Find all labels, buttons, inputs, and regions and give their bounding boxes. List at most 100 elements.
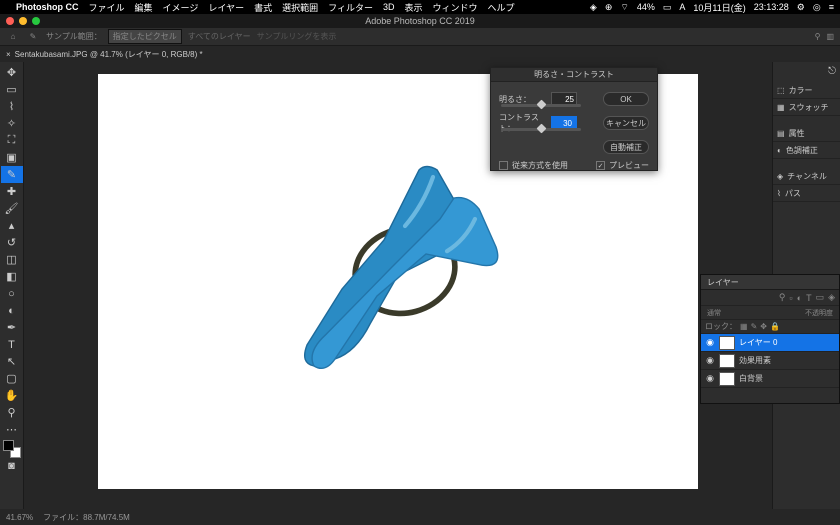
history-brush-tool[interactable]: ↺ (1, 234, 23, 251)
menu-edit[interactable]: 編集 (135, 1, 153, 14)
prop-panel-tab[interactable]: ▤属性 (773, 126, 840, 142)
menu-select[interactable]: 選択範囲 (282, 1, 318, 14)
lasso-tool[interactable]: ⌇ (1, 98, 23, 115)
filter-img-icon[interactable]: ▫ (789, 293, 792, 303)
edit-toolbar[interactable]: ⋯ (1, 421, 23, 438)
eraser-tool[interactable]: ◫ (1, 251, 23, 268)
adjust-panel-tab[interactable]: ◐色調補正 (773, 143, 840, 159)
ok-button[interactable]: OK (603, 92, 649, 106)
cancel-button[interactable]: キャンセル (603, 116, 649, 130)
clothespin-image (258, 142, 538, 422)
zoom-level[interactable]: 41.67% (6, 513, 33, 522)
menu-type[interactable]: 書式 (254, 1, 272, 14)
channel-panel-tab[interactable]: ◈チャンネル (773, 169, 840, 185)
dodge-tool[interactable]: ◐ (1, 302, 23, 319)
lock-brush-icon[interactable]: ✎ (751, 322, 758, 331)
filter-icon[interactable]: ⚲ (779, 292, 786, 303)
lock-pixel-icon[interactable]: ▦ (740, 322, 748, 331)
heal-tool[interactable]: ✚ (1, 183, 23, 200)
menu-window[interactable]: ウィンドウ (432, 1, 477, 14)
maximize-window[interactable] (32, 17, 40, 25)
layers-panel: レイヤー ⚲ ▫ ◐ T ▭ ◈ 通常不透明度 ロック：▦✎✥🔒 ◉ レイヤー … (700, 274, 840, 404)
contrast-slider[interactable] (501, 128, 581, 131)
zoom-tool[interactable]: ⚲ (1, 404, 23, 421)
path-tool[interactable]: ↖ (1, 353, 23, 370)
search-icon[interactable]: ⚲ (815, 32, 821, 41)
menu-file[interactable]: ファイル (89, 1, 125, 14)
sample-ring[interactable]: サンプルリングを表示 (257, 31, 337, 42)
wand-tool[interactable]: ✧ (1, 115, 23, 132)
document-tab[interactable]: Sentakubasami.JPG @ 41.7% (レイヤー 0, RGB/8… (11, 49, 207, 60)
blur-tool[interactable]: ○ (1, 285, 23, 302)
file-info[interactable]: ファイル：88.7M/74.5M (43, 512, 130, 523)
menu-view[interactable]: 表示 (404, 1, 422, 14)
tool-preset-icon[interactable]: ✎ (26, 30, 40, 44)
color-panel-tab[interactable]: ⬚カラー (773, 83, 840, 99)
canvas-area[interactable] (24, 62, 772, 509)
hand-tool[interactable]: ✋ (1, 387, 23, 404)
filter-adj-icon[interactable]: ◐ (797, 293, 802, 303)
signal-icon[interactable]: ⊕ (605, 2, 613, 13)
brightness-slider[interactable] (501, 104, 581, 107)
visibility-icon[interactable]: ◉ (705, 337, 715, 348)
app-name[interactable]: Photoshop CC (16, 2, 79, 12)
cc-icon[interactable]: ◎ (813, 2, 821, 13)
eyedropper-tool[interactable]: ✎ (1, 166, 23, 183)
crop-tool[interactable]: ⛶ (1, 132, 23, 149)
workspace-icon[interactable]: ▥ (826, 32, 834, 41)
menu-filter[interactable]: フィルター (328, 1, 373, 14)
opacity-label[interactable]: 不透明度 (805, 308, 833, 318)
pen-tool[interactable]: ✒ (1, 319, 23, 336)
menu-image[interactable]: イメージ (163, 1, 199, 14)
siri-icon[interactable]: ≡ (829, 2, 834, 12)
layer-thumb (719, 372, 735, 386)
path-panel-tab[interactable]: ⌇パス (773, 186, 840, 202)
auto-button[interactable]: 自動補正 (603, 140, 649, 154)
toolbox: ✥ ▭ ⌇ ✧ ⛶ ▣ ✎ ✚ 🖌 ▴ ↺ ◫ ◧ ○ ◐ ✒ T ↖ ▢ ✋ … (0, 62, 24, 509)
sample-dropdown[interactable]: 指定したピクセル (108, 29, 182, 44)
layer-name[interactable]: 白背景 (739, 373, 763, 384)
text-tool[interactable]: T (1, 336, 23, 353)
blend-mode[interactable]: 通常 (707, 308, 721, 318)
filter-shape-icon[interactable]: ▭ (816, 292, 825, 303)
spotlight-icon[interactable]: ⚙ (797, 2, 805, 13)
layers-sample[interactable]: すべてのレイヤー (188, 31, 251, 42)
move-tool[interactable]: ✥ (1, 64, 23, 81)
menu-3d[interactable]: 3D (383, 2, 395, 12)
menu-layer[interactable]: レイヤー (208, 1, 244, 14)
stamp-tool[interactable]: ▴ (1, 217, 23, 234)
wifi-icon[interactable]: ◈ (590, 2, 597, 13)
layers-panel-title[interactable]: レイヤー (701, 275, 839, 290)
lock-move-icon[interactable]: ✥ (760, 322, 767, 331)
marquee-tool[interactable]: ▭ (1, 81, 23, 98)
layer-effect[interactable]: ◉ 効果用素 (701, 352, 839, 370)
frame-tool[interactable]: ▣ (1, 149, 23, 166)
home-icon[interactable]: ⌂ (6, 30, 20, 44)
filter-txt-icon[interactable]: T (806, 293, 812, 303)
filter-smart-icon[interactable]: ◈ (828, 292, 835, 303)
layer-0[interactable]: ◉ レイヤー 0 (701, 334, 839, 352)
layer-name[interactable]: 効果用素 (739, 355, 771, 366)
legacy-checkbox[interactable]: 従来方式を使用 (499, 160, 568, 171)
lock-all-icon[interactable]: 🔒 (770, 322, 780, 331)
quickmask-tool[interactable]: ◙ (1, 457, 23, 474)
preview-checkbox[interactable]: ✓プレビュー (596, 160, 649, 171)
window-titlebar: Adobe Photoshop CC 2019 (0, 14, 840, 28)
menu-help[interactable]: ヘルプ (488, 1, 515, 14)
layer-bg[interactable]: ◉ 白背景 (701, 370, 839, 388)
brush-tool[interactable]: 🖌 (1, 200, 23, 217)
visibility-icon[interactable]: ◉ (705, 373, 715, 384)
swatch-panel-tab[interactable]: ▦スウォッチ (773, 100, 840, 116)
channel-icon: ◈ (777, 172, 783, 181)
minimize-window[interactable] (19, 17, 27, 25)
panel-options-icon[interactable]: ⎋ (828, 66, 836, 82)
layer-name[interactable]: レイヤー 0 (739, 337, 777, 348)
close-window[interactable] (6, 17, 14, 25)
gradient-tool[interactable]: ◧ (1, 268, 23, 285)
brightness-contrast-dialog: 明るさ・コントラスト 明るさ： OK コントラスト： キャンセル 自動補正 従来… (490, 67, 658, 171)
ime-icon[interactable]: A (679, 2, 685, 12)
color-swatches[interactable] (1, 440, 23, 457)
wifi2-icon[interactable]: ⌔ (620, 2, 628, 13)
visibility-icon[interactable]: ◉ (705, 355, 715, 366)
shape-tool[interactable]: ▢ (1, 370, 23, 387)
